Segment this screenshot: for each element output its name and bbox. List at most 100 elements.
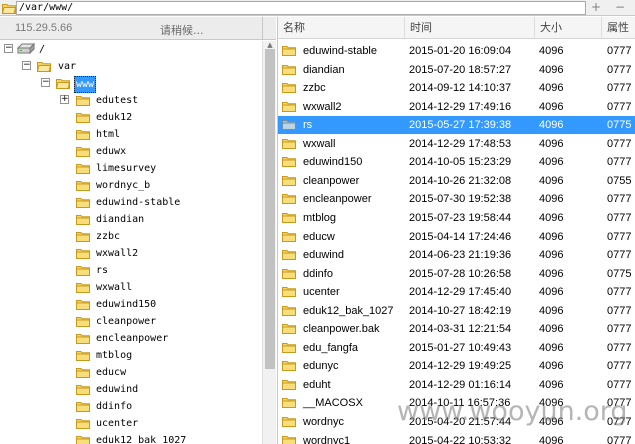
file-row[interactable]: mtblog 2015-07-23 19:58:44 4096 0777 [278,209,635,227]
tree-node[interactable]: wxwall [0,279,262,296]
file-size: 4096 [539,137,564,150]
file-attributes: 0775 [607,119,632,132]
tree-label: edutest [96,95,139,106]
tree-node[interactable]: eduk12_bak_1027 [0,432,262,444]
header-divider [262,17,263,40]
tree-label: eduk12_bak_1027 [96,435,187,444]
collapse-icon[interactable]: − [22,61,31,70]
directory-tree-pane: 115.29.5.66 请稍候... − / − var − www + edu… [0,17,276,444]
column-header-name[interactable]: 名称 [278,17,405,39]
file-size: 4096 [539,230,564,243]
file-row[interactable]: eduwind-stable 2015-01-20 16:09:04 4096 077… [278,42,635,60]
tree-scrollbar[interactable]: ▲ [262,41,276,444]
folder-icon [282,435,296,444]
column-header-time[interactable]: 时间 [405,17,535,39]
tree-header: 115.29.5.66 请稍候... [0,17,276,40]
file-row[interactable]: encleanpower 2015-07-30 19:52:38 4096 0777 [278,190,635,208]
folder-icon [282,360,296,371]
column-header-size[interactable]: 大小 [535,17,602,39]
add-button[interactable]: + [588,1,604,15]
file-size: 4096 [539,286,564,299]
tree-label: rs [96,265,109,276]
file-row[interactable]: cleanpower.bak 2014-03-31 12:21:54 4096 077… [278,320,635,338]
file-row[interactable]: edu_fangfa 2015-01-27 10:49:43 4096 0777 [278,339,635,357]
folder-icon [282,231,296,242]
file-name: cleanpower.bak [303,323,380,336]
file-name: edunyc [303,360,339,373]
folder-icon [76,112,90,123]
column-header-attributes[interactable]: 属性 [602,17,635,39]
file-attributes: 0777 [607,286,632,299]
tree-node[interactable]: eduwind [0,381,262,398]
folder-icon [282,64,296,75]
tree-node[interactable]: educw [0,364,262,381]
remove-button[interactable]: − [612,1,628,15]
tree-node[interactable]: wordnyc_b [0,177,262,194]
file-row[interactable]: wordnyc1 2015-04-22 10:53:32 4096 0777 [278,432,635,444]
file-list-pane: 名称 时间 大小 属性 eduwind-stable 2015-01-20 16:… [277,17,635,444]
tree-node[interactable]: wxwall2 [0,245,262,262]
file-size: 4096 [539,63,564,76]
file-row[interactable]: eduwind150 2014-10-05 15:23:29 4096 0777 [278,153,635,171]
file-row[interactable]: ddinfo 2015-07-28 10:26:58 4096 0775 [278,265,635,283]
tree-node[interactable]: + edutest [0,92,262,109]
file-size: 4096 [539,193,564,206]
tree-node-www[interactable]: − www [0,75,262,93]
file-row[interactable]: zzbc 2014-09-12 14:10:37 4096 0777 [278,79,635,97]
folder-icon [282,397,296,408]
file-name: eduwind150 [303,156,363,169]
file-name: wordnyc1 [303,434,351,444]
folder-icon [76,350,90,361]
watermark: www.wooyun.org [397,396,628,427]
tree-label: limesurvey [96,163,157,174]
file-attributes: 0777 [607,137,632,150]
tree-node[interactable]: ucenter [0,415,262,432]
tree-node[interactable]: eduwind-stable [0,194,262,211]
file-row[interactable]: wxwall2 2014-12-29 17:49:16 4096 0777 [278,98,635,116]
folder-icon [76,95,90,106]
tree-node[interactable]: mtblog [0,347,262,364]
tree-node[interactable]: rs [0,262,262,279]
file-row[interactable]: diandian 2015-07-20 18:57:27 4096 0777 [278,61,635,79]
file-row[interactable]: eduwind 2014-06-23 21:19:36 4096 0777 [278,246,635,264]
file-row[interactable]: eduk12_bak_1027 2014-10-27 18:42:19 4096 07… [278,302,635,320]
tree-node[interactable]: eduk12 [0,109,262,126]
file-row[interactable]: cleanpower 2014-10-26 21:32:08 4096 0755 [278,172,635,190]
file-name: edu_fangfa [303,341,359,354]
file-row[interactable]: rs 2015-05-27 17:39:38 4096 0775 [278,116,635,135]
tree-node[interactable]: eduwx [0,143,262,160]
tree-node[interactable]: zzbc [0,228,262,245]
tree-node[interactable]: eduwind150 [0,296,262,313]
tree-node[interactable]: limesurvey [0,160,262,177]
file-time: 2014-10-26 21:32:08 [409,174,512,187]
file-size: 4096 [539,82,564,95]
file-attributes: 0777 [607,341,632,354]
folder-icon [282,342,296,353]
tree-label: var [58,61,77,72]
file-size: 4096 [539,156,564,169]
collapse-icon[interactable]: − [41,78,50,87]
tree-label: html [96,129,121,140]
file-name: zzbc [303,82,326,95]
file-row[interactable]: edunyc 2014-12-29 19:49:25 4096 0777 [278,357,635,375]
tree-node[interactable]: diandian [0,211,262,228]
scroll-up-icon[interactable]: ▲ [265,42,275,49]
file-row[interactable]: wxwall 2014-12-29 17:48:53 4096 0777 [278,135,635,153]
tree-node-root[interactable]: − / [0,41,262,58]
folder-icon [76,384,90,395]
tree-node[interactable]: html [0,126,262,143]
file-row[interactable]: eduht 2014-12-29 01:16:14 4096 0777 [278,376,635,394]
file-size: 4096 [539,119,564,132]
collapse-icon[interactable]: − [4,44,13,53]
file-row[interactable]: ucenter 2014-12-29 17:45:40 4096 0777 [278,283,635,301]
path-input[interactable]: /var/www/ [16,1,586,15]
scrollbar-thumb[interactable] [265,49,275,369]
tree-node[interactable]: ddinfo [0,398,262,415]
folder-icon [282,119,296,130]
file-row[interactable]: educw 2015-04-14 17:24:46 4096 0777 [278,228,635,246]
tree-node[interactable]: encleanpower [0,330,262,347]
tree-node-var[interactable]: − var [0,58,262,75]
tree-node[interactable]: cleanpower [0,313,262,330]
expand-icon[interactable]: + [60,95,69,104]
folder-icon [282,175,296,186]
